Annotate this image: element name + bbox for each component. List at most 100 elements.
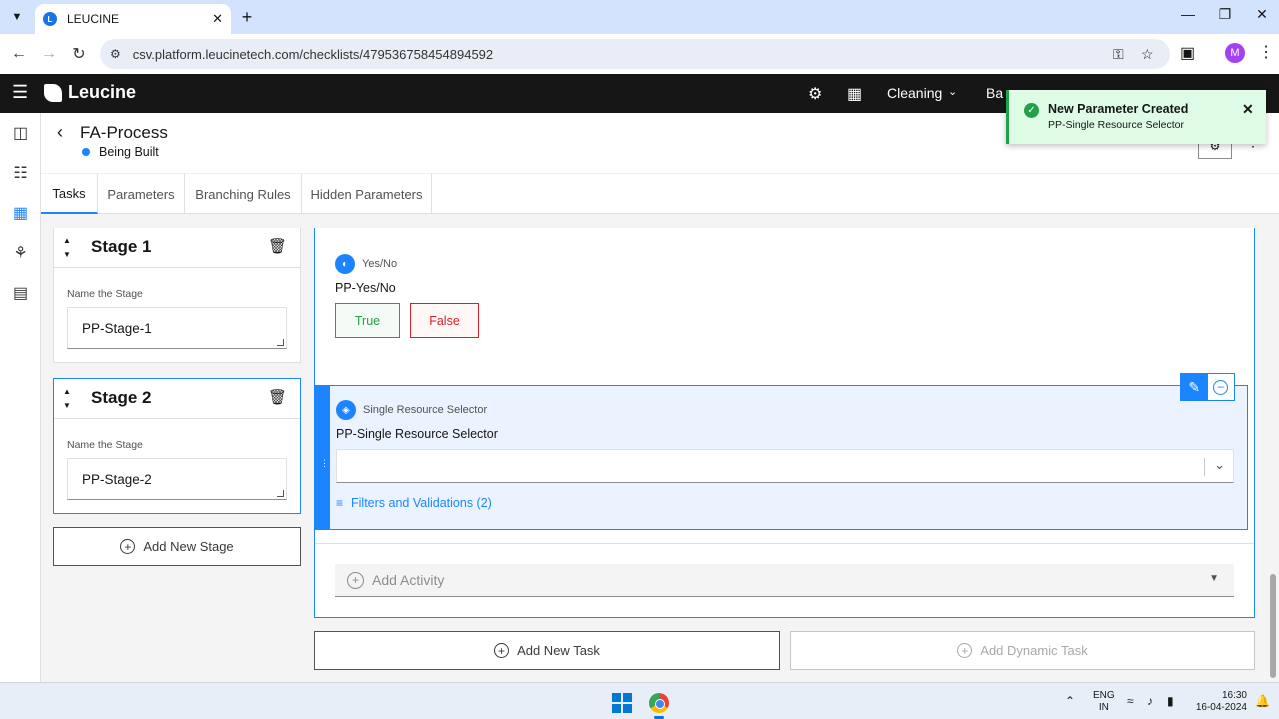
status-dot-icon [82, 148, 90, 156]
stage-card[interactable]: ▲ ▼ Stage 1 🗑 Name the Stage PP-Stage-1 [53, 228, 301, 363]
plus-circle-icon: + [347, 571, 364, 589]
header-item-truncated-1[interactable]: Ba [986, 85, 1003, 101]
stage-name-label: Name the Stage [67, 439, 143, 451]
browser-menu-icon[interactable]: ⋮ [1258, 42, 1274, 62]
tray-overflow-icon[interactable]: ⌃ [1065, 694, 1075, 708]
reorder-arrows-icon[interactable]: ▲ ▼ [59, 234, 75, 262]
tab-search-chevron-icon[interactable]: ▼ [6, 6, 28, 28]
facility-selector[interactable]: Cleaning [887, 85, 942, 101]
clock[interactable]: 16:30 16-04-2024 [1195, 690, 1247, 714]
tab-hidden-parameters[interactable]: Hidden Parameters [302, 174, 432, 214]
divider [315, 543, 1254, 544]
url-field[interactable]: ⚙ csv.platform.leucinetech.com/checklist… [100, 39, 1170, 69]
reorder-arrows-icon[interactable]: ▲ ▼ [59, 385, 75, 413]
add-dynamic-task-button[interactable]: + Add Dynamic Task [790, 631, 1255, 670]
profile-avatar[interactable]: M [1225, 43, 1245, 63]
stage-name-input[interactable]: PP-Stage-2 [67, 458, 287, 500]
filter-icon: ≡ [336, 496, 344, 510]
bookmark-star-icon[interactable]: ☆ [1141, 46, 1154, 63]
wifi-icon[interactable]: ≈ [1127, 694, 1134, 708]
page-tabs: Tasks Parameters Branching Rules Hidden … [41, 173, 1279, 214]
volume-icon[interactable]: ♪ [1147, 694, 1153, 708]
time: 16:30 [1221, 690, 1247, 701]
chevron-down-icon[interactable]: ⌄ [1214, 457, 1225, 473]
plus-circle-icon: + [120, 539, 136, 554]
add-activity-label: Add Activity [372, 572, 445, 588]
toast-close-icon[interactable]: ✕ [1242, 101, 1254, 118]
back-arrow-icon[interactable]: ‹ [57, 122, 63, 143]
checklist-icon[interactable]: ☷ [0, 153, 41, 193]
date: 16-04-2024 [1195, 702, 1247, 713]
tab-close-icon[interactable]: ✕ [212, 11, 223, 27]
trash-icon[interactable]: 🗑 [268, 237, 287, 255]
plus-circle-icon: + [957, 643, 973, 658]
reports-icon[interactable]: ▤ [0, 273, 41, 313]
add-new-stage-button[interactable]: + Add New Stage [53, 527, 301, 566]
param-type-row: ◈ Single Resource Selector [336, 400, 487, 420]
language-indicator[interactable]: ENG IN [1093, 690, 1115, 714]
task-panel: ◐ Yes/No PP-Yes/No True False ◈ Single R… [314, 228, 1255, 618]
browser-tab[interactable]: L LEUCINE ✕ [35, 4, 231, 34]
process-icon[interactable]: ▦ [0, 193, 41, 233]
close-window-icon[interactable]: ✕ [1248, 6, 1276, 23]
false-button[interactable]: False [410, 303, 479, 338]
ontology-icon[interactable]: ⚘ [0, 233, 41, 273]
browser-tabbar: ▼ L LEUCINE ✕ + — ❐ ✕ [0, 0, 1279, 34]
checkmark-circle-icon: ✓ [1024, 103, 1039, 118]
parameter-actions: ✎ − [1180, 373, 1235, 401]
true-button[interactable]: True [335, 303, 400, 338]
caret-down-icon: ▼ [1209, 573, 1219, 584]
param-type-label: Yes/No [362, 258, 398, 270]
resource-select-dropdown[interactable]: ⌄ [336, 449, 1234, 483]
success-toast: ✓ New Parameter Created PP-Single Resour… [1006, 90, 1266, 144]
toast-title: New Parameter Created [1048, 102, 1189, 116]
minimize-icon[interactable]: — [1174, 6, 1202, 22]
address-bar-row: ← → ↻ ⚙ csv.platform.leucinetech.com/che… [0, 34, 1279, 74]
page-scrollbar[interactable] [1270, 574, 1276, 678]
stage-name: Stage 1 [91, 237, 152, 256]
stage-name-input[interactable]: PP-Stage-1 [67, 307, 287, 349]
resource-selector-parameter[interactable]: ◈ Single Resource Selector PP-Single Res… [315, 373, 1248, 530]
site-info-icon[interactable]: ⚙ [110, 47, 121, 61]
divider [54, 418, 300, 419]
notification-bell-icon[interactable]: 🔔 [1255, 694, 1270, 708]
stage-card[interactable]: ▲ ▼ Stage 2 🗑 Name the Stage PP-Stage-2 [53, 378, 301, 514]
password-key-icon[interactable]: ⚿ [1113, 46, 1124, 63]
back-icon[interactable]: ← [8, 43, 30, 65]
hamburger-menu-icon[interactable]: ☰ [12, 82, 28, 103]
tab-title: LEUCINE [67, 12, 120, 26]
tab-tasks[interactable]: Tasks [41, 174, 98, 214]
chevron-down-icon[interactable]: ⌄ [948, 85, 957, 98]
tab-branching-rules[interactable]: Branching Rules [185, 174, 302, 214]
add-activity-dropdown[interactable]: + Add Activity ▼ [335, 564, 1234, 597]
remove-parameter-button[interactable]: − [1208, 374, 1235, 400]
stage-name-label: Name the Stage [67, 288, 143, 300]
add-stage-label: Add New Stage [143, 539, 234, 554]
toast-subtitle: PP-Single Resource Selector [1048, 119, 1184, 131]
reload-icon[interactable]: ↻ [68, 43, 90, 65]
battery-icon[interactable]: ▮ [1167, 694, 1174, 708]
resource-selector-type-icon: ◈ [336, 400, 356, 420]
add-dynamic-task-label: Add Dynamic Task [980, 643, 1088, 658]
scan-icon[interactable]: ▦ [847, 84, 862, 104]
drag-dots-icon: ⋮⋮ [320, 458, 338, 468]
chrome-taskbar-icon[interactable] [649, 693, 669, 713]
extensions-icon[interactable]: ▣ [1180, 43, 1195, 63]
tab-parameters[interactable]: Parameters [98, 174, 185, 214]
leucine-favicon-icon: L [43, 12, 57, 26]
edit-pencil-icon[interactable]: ✎ [1181, 374, 1208, 400]
trash-icon[interactable]: 🗑 [268, 388, 287, 406]
settings-gear-icon[interactable]: ⚙ [808, 84, 822, 104]
leucine-logo[interactable]: Leucine [44, 82, 136, 103]
filters-and-validations-link[interactable]: ≡ Filters and Validations (2) [336, 496, 492, 510]
new-tab-button[interactable]: + [236, 6, 258, 28]
inbox-icon[interactable]: ◫ [0, 113, 41, 153]
page-title: FA-Process [80, 123, 168, 142]
windows-start-icon[interactable] [612, 693, 632, 713]
add-new-task-button[interactable]: + Add New Task [314, 631, 780, 670]
param-type-label: Single Resource Selector [363, 404, 488, 416]
lang-line-2: IN [1098, 702, 1109, 713]
forward-icon[interactable]: → [38, 43, 60, 65]
yes-no-type-icon: ◐ [335, 254, 355, 274]
restore-icon[interactable]: ❐ [1211, 6, 1239, 23]
